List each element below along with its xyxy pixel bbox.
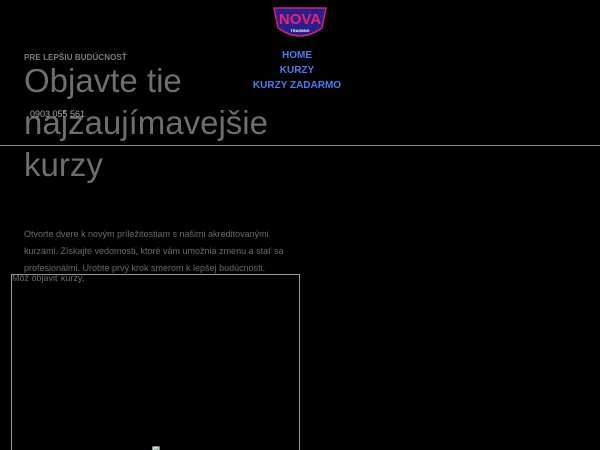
hero-intro: Otvorte dvere k novým príležitostiam s n…: [24, 229, 284, 273]
page: NOVA TRAINING HOME KURZY KURZY ZADARMO P…: [0, 0, 600, 450]
logo-subtext: TRAINING: [290, 28, 309, 33]
logo-wordmark: NOVA: [279, 11, 321, 28]
section-divider: [0, 145, 600, 146]
hero-headline: Objavte tie najzaujímavejšie kurzy: [24, 62, 268, 183]
phone-number[interactable]: 0903 055 561: [30, 109, 85, 119]
nova-training-logo[interactable]: NOVA TRAINING: [270, 4, 330, 42]
video-embed[interactable]: [11, 274, 300, 450]
video-caption: Môž objaviť kurzy,: [12, 273, 85, 283]
broken-image-icon: [152, 446, 160, 450]
